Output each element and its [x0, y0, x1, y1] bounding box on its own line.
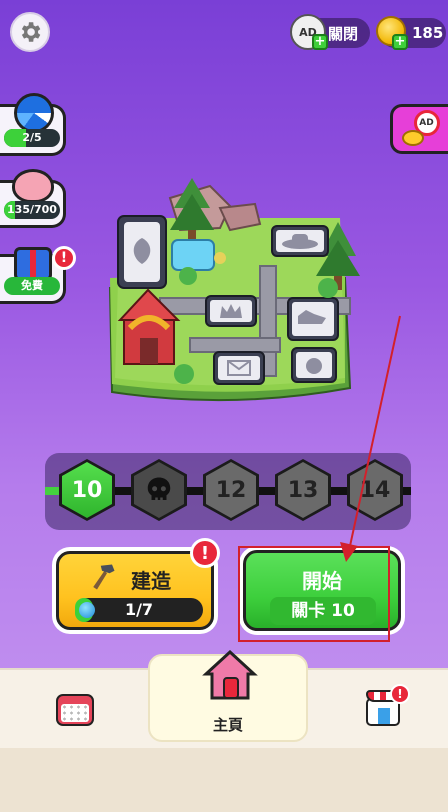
bush	[318, 278, 338, 298]
leaf-building-slot	[117, 215, 167, 289]
level-node-boss-fill	[134, 462, 184, 518]
lucky-spin-widget[interactable]: 2/5	[0, 93, 66, 156]
no-ads-offer-button[interactable]: AD	[390, 104, 448, 154]
piggy-progress-text: 135/700	[7, 203, 57, 216]
bush	[179, 267, 197, 285]
add-icon[interactable]: +	[312, 34, 328, 50]
bottom-nav-footer	[0, 748, 448, 812]
piggy-progress-bar: 135/700	[4, 201, 60, 219]
shop-door	[378, 708, 390, 724]
calendar-icon	[56, 694, 94, 726]
gear-icon	[21, 22, 41, 42]
build-alert-badge: !	[190, 538, 220, 568]
pond	[171, 239, 215, 271]
gift-box-icon	[14, 247, 52, 281]
crown-building-slot	[205, 295, 257, 327]
add-coins-button[interactable]: +	[392, 34, 408, 50]
gift-label: 免費	[21, 279, 43, 292]
flower	[214, 252, 226, 264]
spin-wheel-icon	[14, 93, 54, 133]
skull-icon	[147, 477, 171, 500]
calendar-grid	[61, 704, 89, 722]
piggy-bank-widget[interactable]: 135/700	[0, 169, 66, 228]
bush	[174, 364, 194, 384]
build-progress-bar: 1/7	[75, 598, 203, 622]
hat-building-slot	[271, 225, 329, 257]
spin-progress-bar: 2/5	[4, 129, 60, 147]
home-tab[interactable]: 主頁	[148, 650, 308, 742]
settings-button[interactable]	[10, 12, 50, 52]
build-button-face: 建造 1/7	[56, 551, 214, 630]
home-icon	[202, 650, 258, 700]
current-level-number: 10	[71, 477, 103, 503]
gift-label-bar: 免費	[4, 277, 60, 295]
island-scene	[108, 178, 360, 402]
coin-pile-icon	[401, 130, 424, 146]
spin-progress-text: 2/5	[22, 131, 42, 144]
level-number: 13	[287, 477, 319, 503]
coin-amount: 185	[412, 24, 444, 42]
level-number: 12	[215, 477, 247, 503]
gift-alert-text: !	[60, 250, 68, 266]
home-label: 主頁	[212, 716, 243, 734]
calendar-tab[interactable]	[56, 690, 94, 726]
shop-alert-text: !	[397, 687, 403, 701]
hammer-icon	[93, 564, 115, 590]
build-progress-text: 1/7	[124, 600, 154, 619]
build-alert-text: !	[200, 542, 210, 564]
no-ads-icon: AD	[401, 110, 440, 148]
piggy-bank-icon	[12, 169, 54, 203]
mail-building-slot	[213, 351, 265, 385]
level-node-current-fill: 10	[62, 462, 112, 518]
shop-alert-badge: !	[390, 684, 410, 704]
no-ads-text: AD	[419, 118, 434, 128]
level-node-13-fill: 13	[278, 462, 328, 518]
annotation-arrow	[340, 315, 401, 562]
gift-alert-badge: !	[52, 246, 76, 270]
build-label: 建造	[131, 569, 171, 593]
ad-toggle-label: 關閉	[328, 24, 359, 43]
level-node-12-fill: 12	[206, 462, 256, 518]
